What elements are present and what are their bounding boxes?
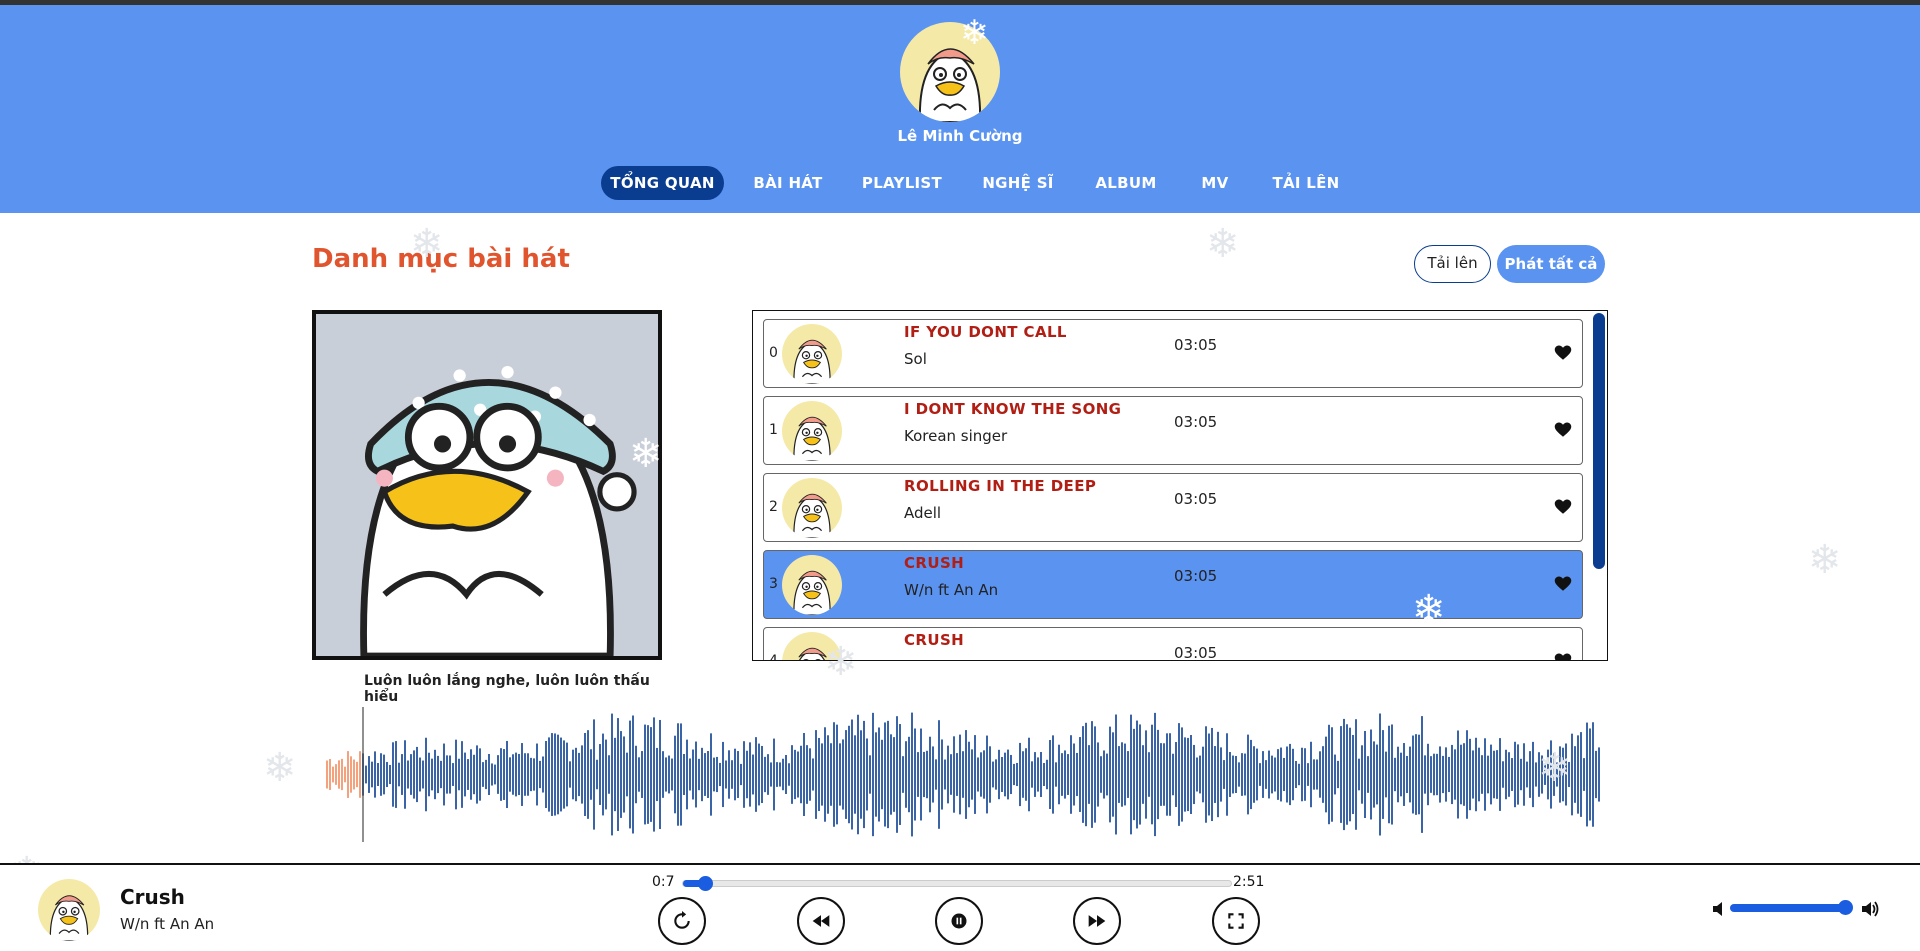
snowflake-icon: ❄ (410, 221, 444, 267)
heart-icon[interactable] (1554, 421, 1572, 439)
volume-slider[interactable] (1730, 904, 1851, 912)
volume-low-icon[interactable] (1713, 902, 1725, 916)
fullscreen-button[interactable] (1212, 897, 1260, 945)
song-artist: Korean singer (904, 427, 1008, 445)
player-bar: Crush W/n ft An An 0:7 2:51 (0, 863, 1920, 951)
song-artist: Sol (904, 350, 927, 368)
forward-button[interactable] (1073, 897, 1121, 945)
song-index: 1 (769, 422, 778, 438)
progress-thumb[interactable] (698, 876, 713, 891)
audio-waveform[interactable] (325, 707, 1605, 842)
snowflake-icon: ❄ (1808, 537, 1842, 583)
song-row[interactable]: 1 I DONT KNOW THE SONG Korean singer 03:… (763, 396, 1583, 465)
cover-caption: Luôn luôn lắng nghe, luôn luôn thấu hiểu (364, 673, 650, 705)
snowflake-icon: ❄ (1538, 745, 1572, 791)
song-artist: W/n ft An An (904, 581, 999, 599)
song-title: CRUSH (904, 554, 965, 572)
song-list-scrollbar[interactable] (1593, 313, 1605, 569)
current-time: 0:7 (652, 874, 675, 890)
replay-icon (674, 911, 690, 929)
nav-bai-hat[interactable]: BÀI HÁT (748, 166, 828, 200)
nav-playlist[interactable]: PLAYLIST (857, 166, 947, 200)
heart-icon[interactable] (1554, 498, 1572, 516)
song-thumbnail (782, 555, 842, 615)
player-song-title: Crush (120, 885, 185, 909)
song-row[interactable]: 4 CRUSH 03:05 (763, 627, 1583, 661)
volume-thumb[interactable] (1837, 900, 1853, 915)
pause-icon (951, 913, 967, 929)
song-thumbnail (782, 478, 842, 538)
song-row-active[interactable]: 3 CRUSH W/n ft An An 03:05 (763, 550, 1583, 619)
song-row[interactable]: 0 IF YOU DONT CALL Sol 03:05 (763, 319, 1583, 388)
song-title: I DONT KNOW THE SONG (904, 400, 1122, 418)
heart-icon[interactable] (1554, 652, 1572, 661)
song-title: IF YOU DONT CALL (904, 323, 1067, 341)
song-duration: 03:05 (1174, 567, 1218, 585)
snowflake-icon: ❄ (1412, 587, 1446, 633)
player-cover (38, 879, 100, 941)
snowflake-icon: ❄ (629, 431, 663, 477)
song-artist: Adell (904, 504, 942, 522)
upload-button[interactable]: Tải lên (1414, 245, 1491, 283)
song-list: 0 IF YOU DONT CALL Sol 03:05 1 I DONT KN… (752, 310, 1608, 661)
player-song-artist: W/n ft An An (120, 915, 215, 933)
snowflake-icon: ❄ (960, 13, 989, 53)
heart-icon[interactable] (1554, 575, 1572, 593)
song-title: ROLLING IN THE DEEP (904, 477, 1097, 495)
play-all-button[interactable]: Phát tất cả (1497, 245, 1605, 283)
song-title: CRUSH (904, 631, 965, 649)
volume-high-icon[interactable] (1862, 901, 1880, 917)
profile-username: Lê Minh Cường (897, 127, 1023, 145)
snowflake-icon: ❄ (263, 745, 297, 791)
heart-icon[interactable] (1554, 344, 1572, 362)
replay-button[interactable] (658, 897, 706, 945)
song-row[interactable]: 2 ROLLING IN THE DEEP Adell 03:05 (763, 473, 1583, 542)
main-nav: TỔNG QUAN BÀI HÁT PLAYLIST NGHỆ SĨ ALBUM… (0, 166, 1920, 200)
snowflake-icon: ❄ (1206, 221, 1240, 267)
forward-icon (1088, 915, 1106, 927)
fullscreen-icon (1228, 913, 1244, 929)
progress-slider[interactable] (682, 876, 1232, 891)
song-thumbnail (782, 401, 842, 461)
album-cover (312, 310, 662, 660)
nav-album[interactable]: ALBUM (1092, 166, 1160, 200)
song-index: 2 (769, 499, 778, 515)
rewind-button[interactable] (797, 897, 845, 945)
song-index: 0 (769, 345, 778, 361)
rewind-icon (812, 915, 830, 927)
song-index: 3 (769, 576, 778, 592)
duck-cover-image (316, 314, 658, 656)
song-thumbnail (782, 324, 842, 384)
nav-tong-quan[interactable]: TỔNG QUAN (601, 166, 724, 200)
song-duration: 03:05 (1174, 644, 1218, 661)
pause-button[interactable] (935, 897, 983, 945)
nav-tai-len[interactable]: TẢI LÊN (1271, 166, 1341, 200)
song-duration: 03:05 (1174, 413, 1218, 431)
snowflake-icon: ❄ (824, 639, 858, 685)
song-duration: 03:05 (1174, 336, 1218, 354)
nav-mv[interactable]: MV (1196, 166, 1234, 200)
nav-nghe-si[interactable]: NGHỆ SĨ (979, 166, 1057, 200)
song-index: 4 (769, 653, 778, 661)
total-duration: 2:51 (1233, 874, 1265, 890)
song-duration: 03:05 (1174, 490, 1218, 508)
